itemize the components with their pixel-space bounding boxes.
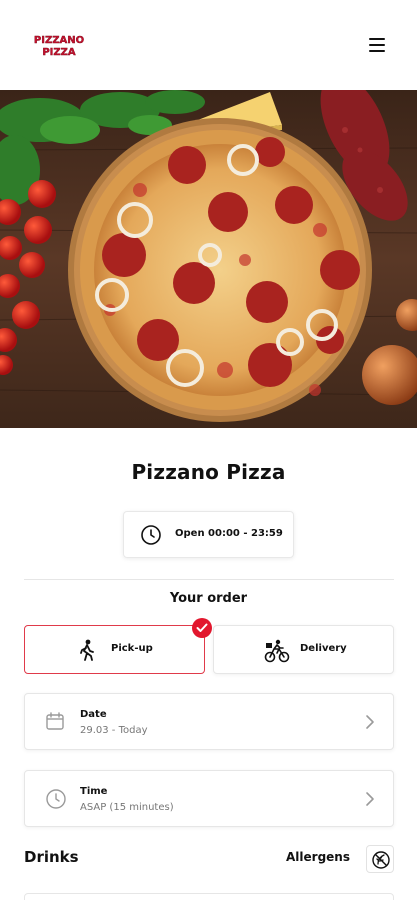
opening-hours-text: Open 00:00 - 23:59 xyxy=(175,528,283,539)
clock-icon xyxy=(140,524,162,550)
opening-hours-badge: Open 00:00 - 23:59 xyxy=(123,511,294,558)
menu-section-title: Drinks xyxy=(24,848,79,866)
date-label: Date xyxy=(80,709,107,720)
chevron-right-icon xyxy=(365,791,375,811)
delivery-option-button[interactable]: Delivery xyxy=(213,625,394,674)
time-value: ASAP (15 minutes) xyxy=(80,802,174,813)
pickup-label: Pick-up xyxy=(111,643,153,654)
date-value: 29.03 - Today xyxy=(80,725,148,736)
menu-item-card[interactable] xyxy=(24,893,394,900)
pickup-option-button[interactable]: Pick-up xyxy=(24,625,205,674)
walking-person-icon xyxy=(78,639,96,665)
hero-pizza-image xyxy=(0,90,417,428)
hamburger-menu-icon[interactable] xyxy=(366,36,388,54)
restaurant-name: Pizzano Pizza xyxy=(131,460,286,484)
section-divider xyxy=(24,579,394,580)
date-selector[interactable]: Date 29.03 - Today xyxy=(24,693,394,750)
allergens-button[interactable] xyxy=(366,845,394,873)
brand-logo[interactable]: PIZZANO PIZZA xyxy=(30,31,88,61)
order-heading: Your order xyxy=(169,591,248,606)
wheat-crossed-icon xyxy=(372,851,390,869)
chevron-right-icon xyxy=(365,714,375,734)
time-selector[interactable]: Time ASAP (15 minutes) xyxy=(24,770,394,827)
pizzano-logo-icon: PIZZANO PIZZA xyxy=(34,35,85,58)
clock-icon xyxy=(45,788,67,814)
allergens-link[interactable]: Allergens xyxy=(286,850,350,864)
app-header: PIZZANO PIZZA xyxy=(0,0,417,90)
selected-check-icon xyxy=(192,618,212,638)
time-label: Time xyxy=(80,786,108,797)
svg-text:PIZZANO: PIZZANO xyxy=(34,35,84,46)
svg-text:PIZZA: PIZZA xyxy=(42,47,76,58)
delivery-label: Delivery xyxy=(300,643,347,654)
bicycle-courier-icon xyxy=(264,639,290,667)
calendar-icon xyxy=(45,711,65,735)
